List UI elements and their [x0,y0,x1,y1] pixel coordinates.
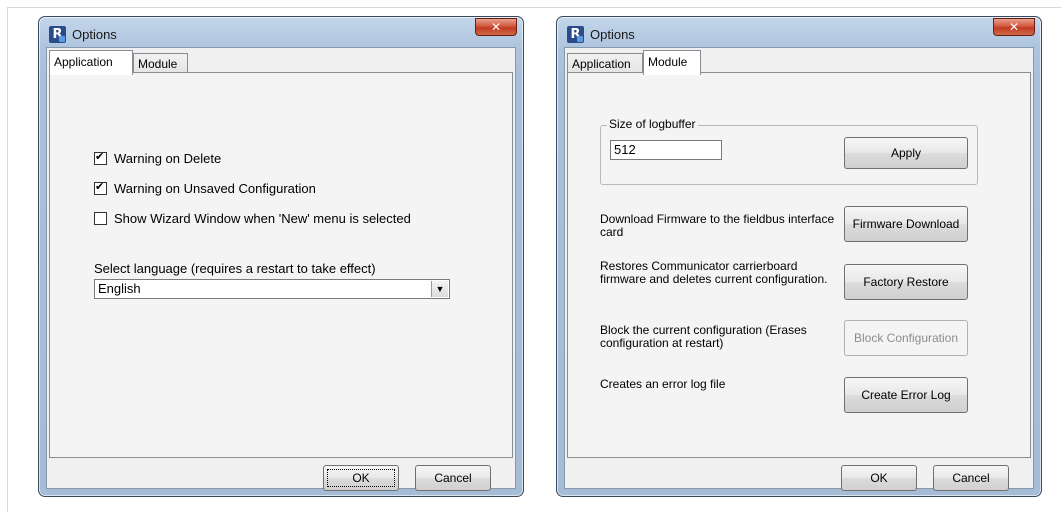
ok-button[interactable]: OK [841,465,917,491]
tab-module[interactable]: Module [643,50,701,75]
language-label: Select language (requires a restart to t… [94,261,376,276]
dialog-title: Options [590,27,635,42]
factory-restore-button[interactable]: Factory Restore [844,264,968,300]
app-r-icon: R [49,26,66,43]
chevron-down-icon[interactable]: ▼ [431,281,448,297]
tab-panel-application: Warning on Delete Warning on Unsaved Con… [49,72,513,458]
apply-label: Apply [890,146,922,160]
close-icon: ✕ [490,20,502,34]
create-error-log-button[interactable]: Create Error Log [844,377,968,413]
cancel-button[interactable]: Cancel [415,465,491,491]
checkbox[interactable] [94,150,107,166]
dialog-title: Options [72,27,117,42]
ok-label: OK [870,471,888,485]
create-error-log-desc: Creates an error log file [600,377,726,391]
close-button[interactable]: ✕ [475,18,517,36]
checkbox[interactable] [94,212,107,226]
tab-application[interactable]: Application [49,50,133,75]
close-button[interactable]: ✕ [993,18,1035,36]
checkbox-show-wizard[interactable]: Show Wizard Window when 'New' menu is se… [94,210,411,226]
logbuffer-group-label: Size of logbuffer [607,117,698,131]
ok-button[interactable]: OK [323,465,399,491]
block-configuration-button[interactable]: Block Configuration [844,320,968,356]
factory-restore-label: Factory Restore [863,275,949,289]
app-r-icon: R [567,26,584,43]
dialog-client-area: Application Module Size of logbuffer 512… [564,47,1034,491]
focus-rect [327,469,395,487]
tab-module[interactable]: Module [133,53,188,74]
checkbox-label: Warning on Delete [114,151,222,167]
tab-label: Module [648,55,688,69]
options-dialog-module: R Options ✕ Application Module Size of l… [556,16,1042,497]
checkbox-warning-unsaved[interactable]: Warning on Unsaved Configuration [94,180,316,196]
checkbox[interactable] [94,180,107,196]
checkbox-warning-delete[interactable]: Warning on Delete [94,150,221,166]
checkbox-label: Show Wizard Window when 'New' menu is se… [114,211,411,227]
tab-panel-module: Size of logbuffer 512 Apply Download Fir… [567,72,1031,458]
language-value: English [98,281,141,296]
firmware-download-button[interactable]: Firmware Download [844,206,968,242]
cancel-label: Cancel [434,471,472,485]
cancel-button[interactable]: Cancel [933,465,1009,491]
options-dialog-application: R Options ✕ Application Module Warning o… [38,16,524,497]
create-error-log-label: Create Error Log [861,388,951,402]
block-configuration-label: Block Configuration [853,331,959,345]
tab-label: Application [572,57,631,71]
language-select[interactable]: English ▼ [94,279,450,299]
cancel-label: Cancel [952,471,990,485]
block-configuration-desc: Block the current configuration (Erases … [600,323,807,350]
firmware-download-label: Firmware Download [852,217,960,231]
logbuffer-input[interactable]: 512 [610,140,722,160]
dialog-client-area: Application Module Warning on Delete War… [46,47,516,491]
tab-label: Application [54,55,113,69]
tab-application[interactable]: Application [567,53,643,74]
tab-label: Module [138,57,178,71]
firmware-download-desc: Download Firmware to the fieldbus interf… [600,212,835,239]
apply-button[interactable]: Apply [844,137,968,169]
factory-restore-desc: Restores Communicator carrierboard firmw… [600,259,828,286]
close-icon: ✕ [1008,20,1020,34]
checkbox-label: Warning on Unsaved Configuration [114,181,316,197]
